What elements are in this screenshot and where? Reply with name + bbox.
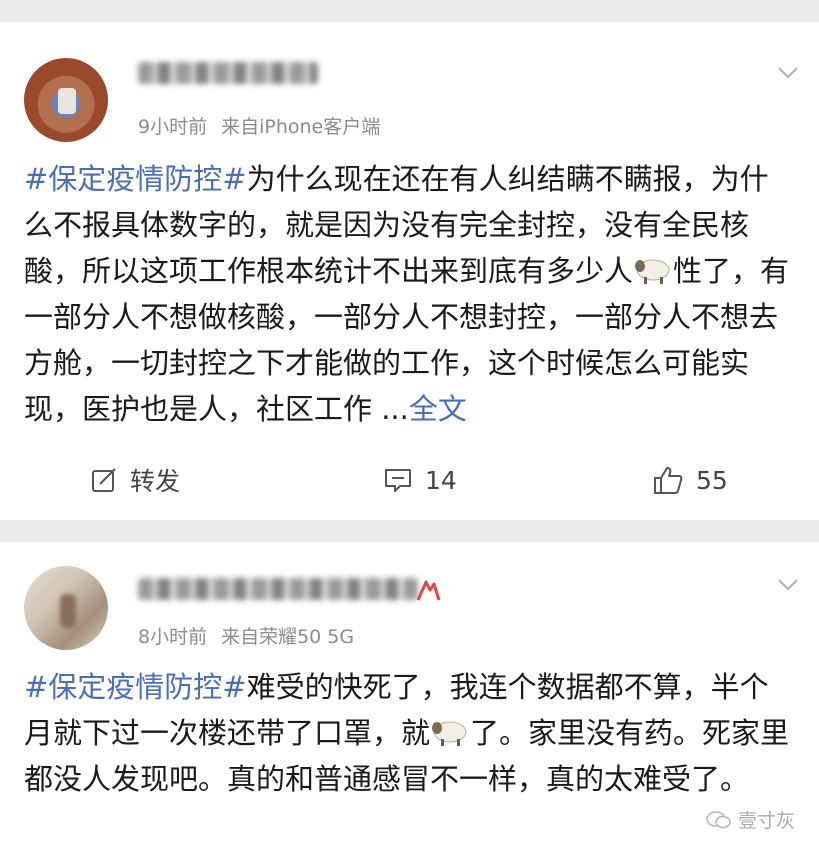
sheep-emoji-icon (635, 259, 670, 284)
post-text: #保定疫情防控#为什么现在还在有人纠结瞒不瞒报，为什么不报具体数字的，就是因为没… (24, 156, 794, 432)
repost-label: 转发 (130, 467, 181, 496)
repost-button[interactable]: 转发 (90, 460, 180, 500)
hashtag-link[interactable]: #保定疫情防控# (24, 670, 247, 704)
avatar[interactable] (24, 566, 108, 650)
post-text: #保定疫情防控#难受的快死了，我连个数据都不算，半个月就下过一次楼还带了口罩，就… (24, 664, 794, 802)
hashtag-link[interactable]: #保定疫情防控# (24, 162, 247, 196)
post-source: 来自iPhone客户端 (221, 116, 381, 138)
comment-button[interactable]: 14 (383, 460, 457, 500)
avatar[interactable] (24, 58, 108, 142)
comment-icon (385, 469, 411, 492)
post-separator (0, 520, 819, 542)
post-meta: 8小时前 来自荣耀50 5G (138, 622, 354, 649)
chevron-down-icon[interactable] (777, 66, 799, 80)
comment-count: 14 (425, 465, 457, 495)
post-meta: 9小时前 来自iPhone客户端 (138, 112, 380, 139)
wechat-logo-icon (706, 810, 731, 828)
repost-icon (92, 468, 116, 492)
post-time: 9小时前 (138, 116, 208, 138)
post-card-2: 8小时前 来自荣耀50 5G #保定疫情防控#难受的快死了，我连个数据都不算，半个… (0, 542, 819, 848)
read-more-link[interactable]: 全文 (409, 392, 467, 426)
post-time: 8小时前 (138, 626, 208, 648)
like-button[interactable]: 55 (652, 460, 728, 500)
top-separator (0, 0, 819, 22)
watermark-text: 壹寸灰 (737, 810, 795, 832)
watermark: 壹寸灰 (706, 806, 795, 833)
username-blurred[interactable] (138, 578, 418, 600)
sheep-emoji-icon (432, 721, 467, 746)
like-icon (654, 467, 683, 494)
user-badge-icon (416, 580, 441, 601)
post-card-1: 9小时前 来自iPhone客户端 #保定疫情防控#为什么现在还在有人纠结瞒不瞒报，… (0, 22, 819, 520)
username-blurred[interactable] (138, 62, 318, 84)
like-count: 55 (696, 465, 728, 495)
post-source: 来自荣耀50 5G (221, 626, 355, 648)
chevron-down-icon[interactable] (777, 578, 799, 592)
